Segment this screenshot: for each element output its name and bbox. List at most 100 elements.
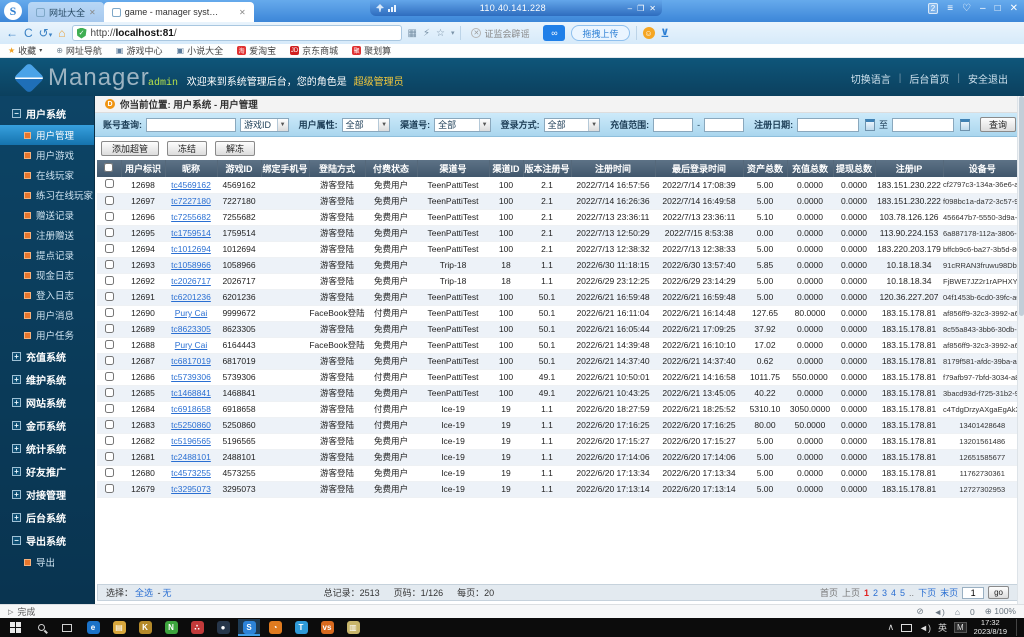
- bookmark-item-2[interactable]: ⊕ 网址导航: [56, 44, 102, 57]
- lock-icon[interactable]: ⌂: [955, 607, 960, 617]
- sidebar-section-7[interactable]: + 好友推广: [0, 460, 94, 483]
- user-nickname-link[interactable]: Pury Cai: [175, 308, 208, 318]
- ie-icon[interactable]: e: [82, 619, 104, 636]
- backend-home-link[interactable]: 后台首页: [909, 71, 949, 86]
- recharge-from-input[interactable]: [653, 117, 694, 132]
- row-checkbox[interactable]: [104, 195, 114, 205]
- minimize-button[interactable]: –: [980, 3, 986, 14]
- user-nickname-link[interactable]: tc1012694: [171, 244, 211, 254]
- row-checkbox[interactable]: [104, 371, 114, 381]
- speaker-icon[interactable]: ◄): [934, 607, 945, 617]
- add-admin-button[interactable]: 添加超管: [101, 141, 160, 156]
- rdp-restore-button[interactable]: ❐: [637, 4, 644, 13]
- user-nickname-link[interactable]: tc4573255: [171, 468, 211, 478]
- chevron-down-icon[interactable]: ▾: [451, 29, 455, 37]
- language-indicator[interactable]: 英: [938, 621, 947, 634]
- row-checkbox[interactable]: [104, 339, 114, 349]
- expand-icon[interactable]: +: [12, 375, 21, 384]
- sidebar-item-练习在线玩家[interactable]: 练习在线玩家: [0, 185, 94, 205]
- current-page[interactable]: 1: [864, 588, 869, 598]
- user-nickname-link[interactable]: Pury Cai: [175, 340, 208, 350]
- sidebar-item-用户游戏[interactable]: 用户游戏: [0, 145, 94, 165]
- last-page-link[interactable]: 末页: [940, 586, 958, 599]
- user-attr-select[interactable]: 全部 ▼: [341, 117, 391, 132]
- page-link-4[interactable]: 4: [891, 588, 896, 598]
- login-method-select[interactable]: 全部 ▼: [543, 117, 601, 132]
- smiley-icon[interactable]: ☺: [642, 27, 655, 39]
- user-nickname-link[interactable]: tc1058966: [171, 260, 211, 270]
- sidebar-section-6[interactable]: + 统计系统: [0, 437, 94, 460]
- sidebar-section-9[interactable]: + 后台系统: [0, 506, 94, 529]
- search-button[interactable]: 查询: [979, 117, 1016, 132]
- row-checkbox[interactable]: [104, 355, 114, 365]
- row-checkbox[interactable]: [104, 227, 114, 237]
- first-page-link[interactable]: 首页: [820, 586, 838, 599]
- user-nickname-link[interactable]: tc7227180: [171, 196, 211, 206]
- bookmark-item-5[interactable]: 淘爱淘宝: [237, 44, 276, 57]
- select-all-link[interactable]: 全选: [135, 588, 153, 598]
- app-icon-vs[interactable]: vs: [316, 619, 338, 636]
- channel-select[interactable]: 全部 ▼: [434, 117, 491, 132]
- user-nickname-link[interactable]: tc5250860: [171, 420, 211, 430]
- tab-home[interactable]: 网址大全 ✕: [28, 2, 104, 22]
- unfreeze-button[interactable]: 解冻: [215, 141, 256, 156]
- row-checkbox[interactable]: [104, 323, 114, 333]
- user-nickname-link[interactable]: tc8623305: [171, 324, 211, 334]
- download-counter[interactable]: 0: [970, 607, 975, 617]
- qr-code-icon[interactable]: ▦: [408, 28, 417, 39]
- sogou-logo-icon[interactable]: S: [4, 2, 22, 20]
- user-nickname-link[interactable]: tc6918658: [171, 404, 211, 414]
- hotword-ticker[interactable]: ✕ 证监会辟谣: [471, 27, 529, 40]
- bookmark-item-3[interactable]: ▣ 游戏中心: [116, 44, 163, 57]
- user-nickname-link[interactable]: tc4569162: [171, 180, 211, 190]
- logout-link[interactable]: 安全退出: [968, 71, 1008, 86]
- explorer-icon[interactable]: ▤: [108, 619, 130, 636]
- row-checkbox[interactable]: [104, 451, 114, 461]
- user-nickname-link[interactable]: tc2026717: [171, 276, 211, 286]
- sidebar-section-2[interactable]: + 充值系统: [0, 345, 94, 368]
- sidebar-item-提点记录[interactable]: 提点记录: [0, 245, 94, 265]
- history-button[interactable]: ↺▾: [39, 27, 53, 39]
- expand-icon[interactable]: +: [12, 444, 21, 453]
- refresh-button[interactable]: C: [24, 27, 33, 39]
- sidebar-item-导出[interactable]: 导出: [0, 552, 94, 572]
- rdp-close-button[interactable]: ✕: [649, 4, 656, 13]
- show-desktop-button[interactable]: [1016, 619, 1020, 636]
- user-nickname-link[interactable]: tc6817019: [171, 356, 211, 366]
- user-nickname-link[interactable]: tc2488101: [171, 452, 211, 462]
- recharge-to-input[interactable]: [704, 117, 745, 132]
- tray-expand-icon[interactable]: ∧: [887, 622, 894, 633]
- row-checkbox[interactable]: [104, 243, 114, 253]
- sidebar-item-用户消息[interactable]: 用户消息: [0, 305, 94, 325]
- back-button[interactable]: ←: [6, 27, 18, 39]
- page-link-2[interactable]: 2: [873, 588, 878, 598]
- page-go-button[interactable]: go: [988, 586, 1009, 599]
- user-nickname-link[interactable]: tc7255682: [171, 212, 211, 222]
- bookmark-item-1[interactable]: ★ 收藏 ▾: [8, 44, 42, 57]
- pin-icon[interactable]: [376, 4, 384, 12]
- switch-language-link[interactable]: 切换语言: [851, 71, 891, 86]
- expand-icon[interactable]: +: [12, 352, 21, 361]
- maximize-button[interactable]: □: [995, 3, 1001, 14]
- bookmark-item-6[interactable]: JD 京东商城: [290, 44, 338, 57]
- calendar-icon[interactable]: [865, 118, 876, 131]
- row-checkbox[interactable]: [104, 483, 114, 493]
- app-icon-notes[interactable]: ▥: [342, 619, 364, 636]
- menu-icon[interactable]: ≡: [947, 3, 953, 14]
- rdp-minimize-button[interactable]: –: [628, 4, 632, 13]
- home-button[interactable]: ⌂: [58, 27, 65, 39]
- sidebar-section-1[interactable]: − 用户系统: [0, 102, 94, 125]
- sidebar-item-现金日志[interactable]: 现金日志: [0, 265, 94, 285]
- date-from-input[interactable]: [797, 117, 860, 132]
- sidebar-item-注册赠送[interactable]: 注册赠送: [0, 225, 94, 245]
- row-checkbox[interactable]: [104, 435, 114, 445]
- row-checkbox[interactable]: [104, 307, 114, 317]
- sidebar-section-3[interactable]: + 维护系统: [0, 368, 94, 391]
- expand-icon[interactable]: −: [12, 109, 21, 118]
- expand-icon[interactable]: +: [12, 398, 21, 407]
- account-query-input[interactable]: [146, 117, 236, 132]
- user-nickname-link[interactable]: tc6201236: [171, 292, 211, 302]
- zoom-level[interactable]: ⊕ 100%: [985, 606, 1016, 617]
- sidebar-item-用户管理[interactable]: 用户管理: [0, 125, 94, 145]
- download-icon[interactable]: ⊻: [661, 27, 670, 40]
